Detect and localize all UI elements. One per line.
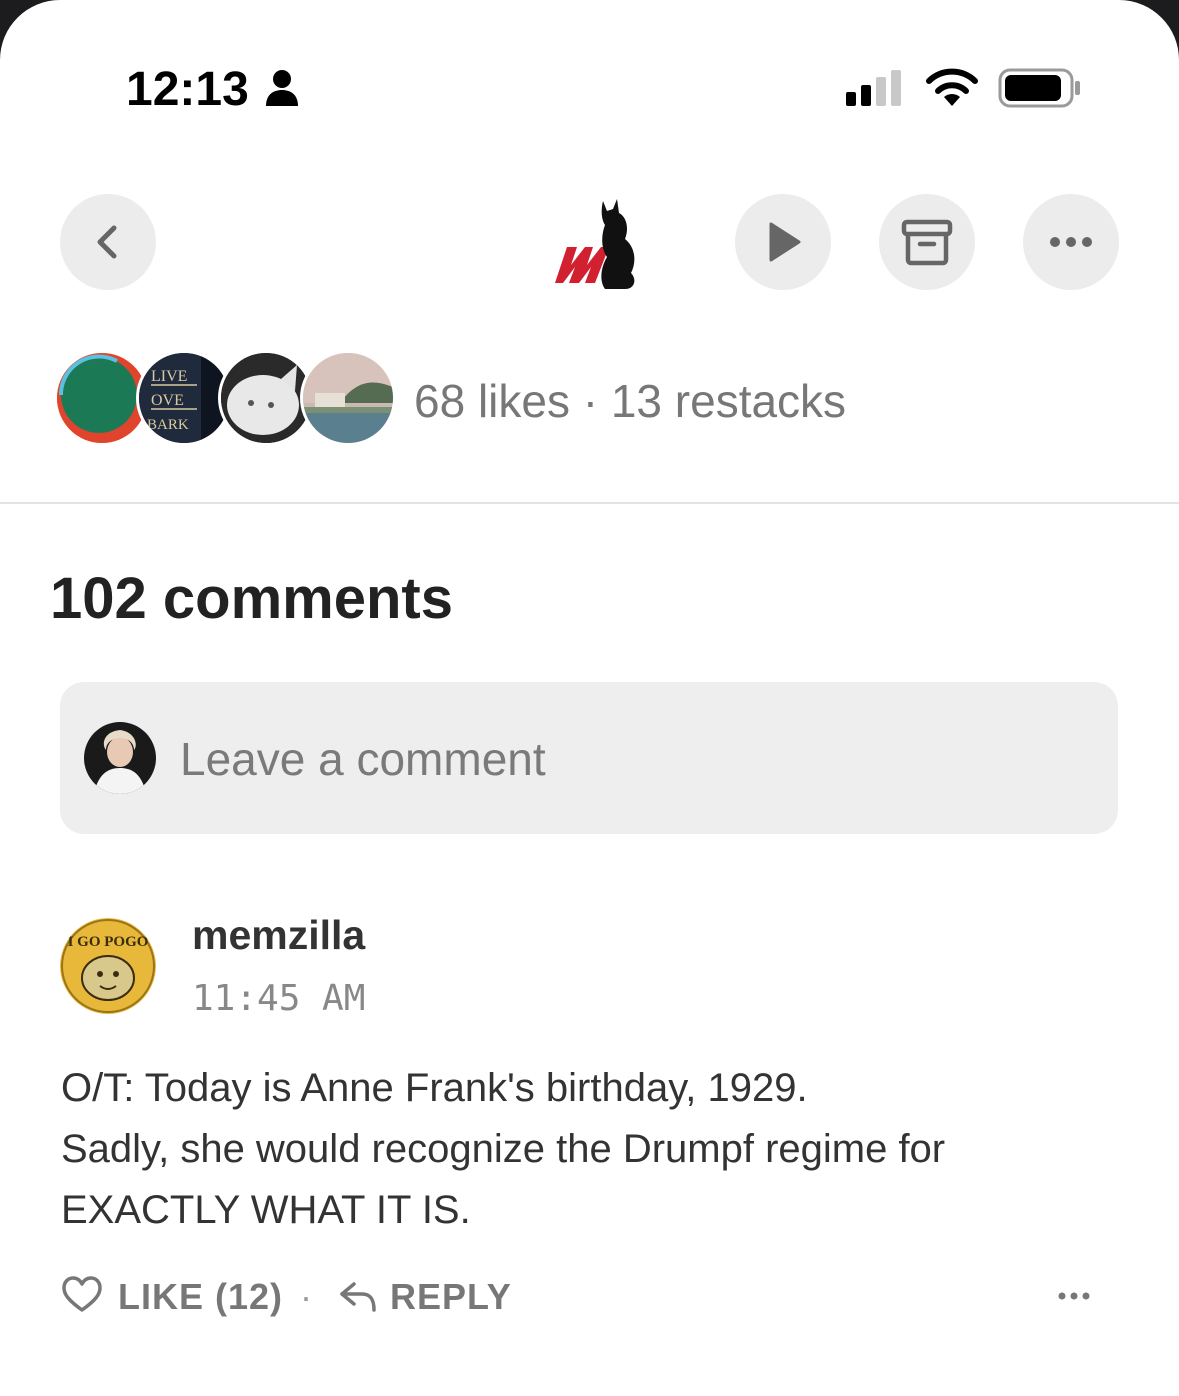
comment-timestamp: 11:45 AM — [192, 978, 366, 1019]
section-divider — [0, 502, 1179, 504]
chevron-left-icon — [97, 225, 117, 259]
battery-icon — [998, 68, 1080, 108]
commenter-avatar[interactable]: I GO POGO — [60, 918, 156, 1014]
likes-restacks-count[interactable]: 68 likes · 13 restacks — [414, 374, 846, 428]
play-icon — [769, 222, 801, 262]
comment-body: O/T: Today is Anne Frank's birthday, 192… — [61, 1058, 1121, 1241]
comment-body-line: Sadly, she would recognize the Drumpf re… — [61, 1127, 946, 1171]
comment-input-placeholder: Leave a comment — [180, 733, 546, 785]
avatar-text-i-go-pogo: I GO POGO — [68, 934, 149, 950]
avatar-text-live: LIVE — [151, 368, 187, 385]
publication-logo[interactable] — [545, 195, 645, 295]
avatar-text-bark: BARK — [147, 417, 189, 433]
comment-more-options-icon[interactable] — [1052, 1272, 1096, 1316]
heart-icon[interactable] — [62, 1276, 102, 1314]
action-separator: · — [300, 1276, 312, 1317]
avatar-text-love: OVE — [151, 392, 184, 409]
comments-count-heading: 102 comments — [50, 566, 453, 631]
wifi-icon — [926, 68, 978, 106]
archive-icon — [901, 219, 953, 266]
comment-actions: LIKE (12) · REPLY — [62, 1272, 1122, 1322]
cellular-signal-icon — [846, 70, 901, 106]
comment-author[interactable]: memzilla — [192, 912, 365, 959]
reply-arrow-icon[interactable] — [338, 1280, 378, 1314]
back-button[interactable] — [60, 194, 156, 290]
liker-avatar — [300, 350, 396, 446]
comment-body-line: EXACTLY WHAT IT IS. — [61, 1188, 471, 1232]
more-options-button[interactable] — [1023, 194, 1119, 290]
reply-button[interactable]: REPLY — [390, 1276, 512, 1318]
play-button[interactable] — [735, 194, 831, 290]
archive-button[interactable] — [879, 194, 975, 290]
ellipsis-icon — [1050, 237, 1092, 247]
comment-input[interactable]: Leave a comment — [60, 682, 1118, 834]
comment-body-line: O/T: Today is Anne Frank's birthday, 192… — [61, 1066, 808, 1110]
current-user-avatar — [84, 722, 156, 794]
liker-avatars[interactable]: LIVE OVE BARK — [54, 350, 396, 450]
person-icon — [266, 70, 298, 106]
status-time: 12:13 — [126, 63, 249, 116]
like-button[interactable]: LIKE (12) — [118, 1276, 283, 1318]
app-screen: 12:13 LIVE OVE BARK 68 likes · 13 restac… — [0, 0, 1179, 1396]
